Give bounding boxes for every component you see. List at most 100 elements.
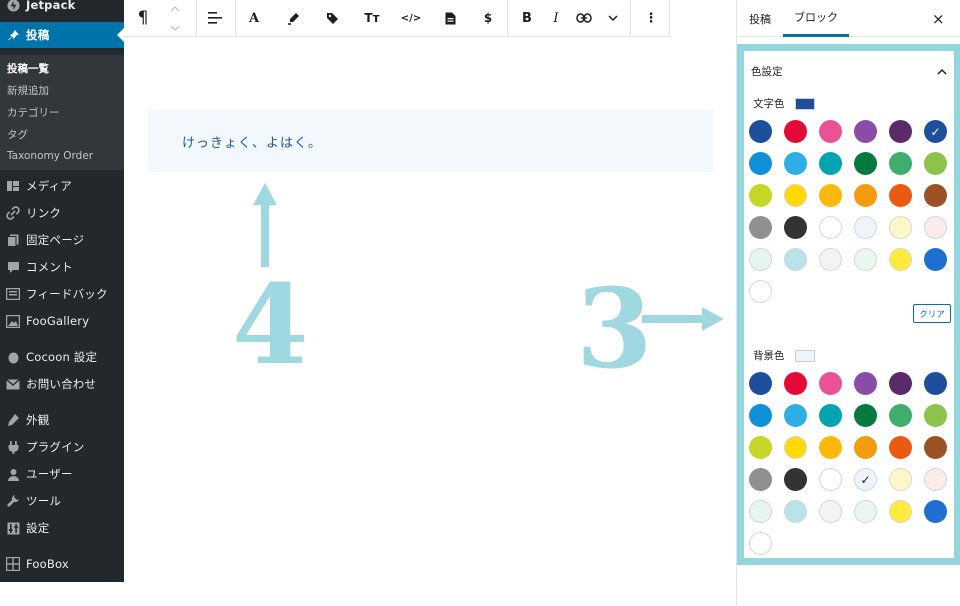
text-color-swatch[interactable] (854, 184, 877, 207)
text-color-swatch[interactable] (889, 184, 912, 207)
sidebar-item-pages[interactable]: 固定ページ (0, 227, 124, 253)
background-color-swatch[interactable] (749, 436, 772, 459)
close-icon[interactable]: × (932, 0, 945, 37)
link-button[interactable] (571, 0, 597, 36)
background-color-swatch[interactable] (854, 372, 877, 395)
background-color-swatch[interactable] (924, 372, 947, 395)
text-color-swatch[interactable]: ✓ (924, 120, 947, 143)
font-size-button[interactable]: Tт (359, 0, 385, 36)
highlighter-button[interactable] (280, 0, 306, 36)
background-color-swatch[interactable] (819, 404, 842, 427)
sidebar-item-comments[interactable]: コメント (0, 254, 124, 280)
sidebar-item-media[interactable]: メディア (0, 173, 124, 199)
background-color-swatch[interactable] (749, 468, 772, 491)
paragraph-button[interactable]: ¶ (130, 0, 156, 36)
text-color-swatch[interactable] (854, 216, 877, 239)
background-color-swatch[interactable] (749, 404, 772, 427)
tab-post[interactable]: 投稿 (749, 0, 771, 37)
text-color-swatch[interactable] (924, 152, 947, 175)
sidebar-item-plugins[interactable]: プラグイン (0, 434, 124, 460)
sidebar-item-settings[interactable]: 設定 (0, 515, 124, 541)
text-color-swatch[interactable] (819, 248, 842, 271)
text-color-swatch[interactable] (854, 120, 877, 143)
background-color-swatch[interactable] (854, 500, 877, 523)
text-color-swatch[interactable] (784, 184, 807, 207)
code-button[interactable]: </> (398, 0, 424, 36)
background-color-swatch[interactable] (889, 404, 912, 427)
text-color-swatch[interactable] (749, 120, 772, 143)
text-color-swatch[interactable] (784, 120, 807, 143)
submenu-add-new[interactable]: 新規追加 (7, 83, 49, 98)
text-color-swatch[interactable] (784, 216, 807, 239)
text-color-swatch[interactable] (749, 216, 772, 239)
background-color-swatch[interactable] (889, 468, 912, 491)
sidebar-item-links[interactable]: リンク (0, 200, 124, 226)
tab-block[interactable]: ブロック (783, 0, 849, 37)
bold-button[interactable]: B (514, 0, 540, 36)
text-color-swatch[interactable] (889, 152, 912, 175)
text-color-swatch[interactable] (819, 184, 842, 207)
background-color-swatch[interactable] (819, 372, 842, 395)
text-color-swatch[interactable] (854, 152, 877, 175)
paragraph-block[interactable]: けっきょく、よはく。 (148, 110, 713, 172)
background-color-swatch[interactable] (924, 436, 947, 459)
background-color-swatch[interactable] (819, 436, 842, 459)
text-color-swatch[interactable] (784, 152, 807, 175)
text-color-swatch[interactable] (854, 248, 877, 271)
tag-button[interactable] (319, 0, 345, 36)
background-color-swatch[interactable] (819, 500, 842, 523)
text-color-swatch[interactable] (749, 152, 772, 175)
text-color-swatch[interactable] (924, 184, 947, 207)
text-color-swatch[interactable] (819, 152, 842, 175)
background-color-swatch[interactable] (889, 500, 912, 523)
sidebar-item-foogallery[interactable]: FooGallery (0, 308, 124, 334)
text-color-swatch[interactable] (749, 248, 772, 271)
background-color-swatch[interactable]: ✓ (854, 468, 877, 491)
more-formats-button[interactable] (600, 0, 626, 36)
background-color-swatch[interactable] (749, 532, 772, 555)
submenu-taxonomy-order[interactable]: Taxonomy Order (7, 150, 93, 162)
background-color-swatch[interactable] (784, 500, 807, 523)
text-color-swatch[interactable] (924, 216, 947, 239)
sidebar-item-appearance[interactable]: 外観 (0, 407, 124, 433)
submenu-tags[interactable]: タグ (7, 127, 28, 142)
sidebar-item-foobox[interactable]: FooBox (0, 551, 124, 577)
text-color-swatch[interactable] (749, 184, 772, 207)
align-button[interactable] (202, 0, 228, 36)
sidebar-item-cocoon-settings[interactable]: Cocoon 設定 (0, 344, 124, 370)
text-color-swatch[interactable] (819, 120, 842, 143)
move-up-down-button[interactable] (164, 0, 186, 36)
block-text[interactable]: けっきょく、よはく。 (182, 132, 322, 151)
submenu-all-posts[interactable]: 投稿一覧 (7, 61, 49, 76)
background-color-swatch[interactable] (819, 468, 842, 491)
background-color-swatch[interactable] (854, 436, 877, 459)
text-color-swatch[interactable] (749, 280, 772, 303)
text-color-swatch[interactable] (784, 248, 807, 271)
color-settings-panel-header[interactable]: 色設定 (751, 57, 947, 85)
currency-button[interactable]: $ (475, 0, 501, 36)
background-color-swatch[interactable] (749, 372, 772, 395)
background-color-swatch[interactable] (784, 436, 807, 459)
background-color-swatch[interactable] (784, 372, 807, 395)
background-color-swatch[interactable] (924, 500, 947, 523)
text-color-swatch[interactable] (889, 248, 912, 271)
submenu-categories[interactable]: カテゴリー (7, 105, 60, 120)
sidebar-item-jetpack[interactable]: Jetpack (0, 0, 124, 18)
italic-button[interactable]: I (543, 0, 569, 36)
text-color-swatch[interactable] (819, 216, 842, 239)
background-color-swatch[interactable] (784, 468, 807, 491)
background-color-swatch[interactable] (749, 500, 772, 523)
document-button[interactable] (437, 0, 463, 36)
text-color-swatch[interactable] (889, 216, 912, 239)
sidebar-item-contact[interactable]: お問い合わせ (0, 371, 124, 397)
sidebar-item-users[interactable]: ユーザー (0, 461, 124, 487)
background-color-swatch[interactable] (854, 404, 877, 427)
text-style-button[interactable]: A (241, 0, 267, 36)
background-color-swatch[interactable] (924, 404, 947, 427)
sidebar-item-feedback[interactable]: フィードバック (0, 281, 124, 307)
background-color-swatch[interactable] (889, 436, 912, 459)
clear-button[interactable]: クリア (913, 304, 951, 323)
more-options-button[interactable]: ⋮ (638, 0, 664, 36)
text-color-swatch[interactable] (924, 248, 947, 271)
background-color-swatch[interactable] (889, 372, 912, 395)
